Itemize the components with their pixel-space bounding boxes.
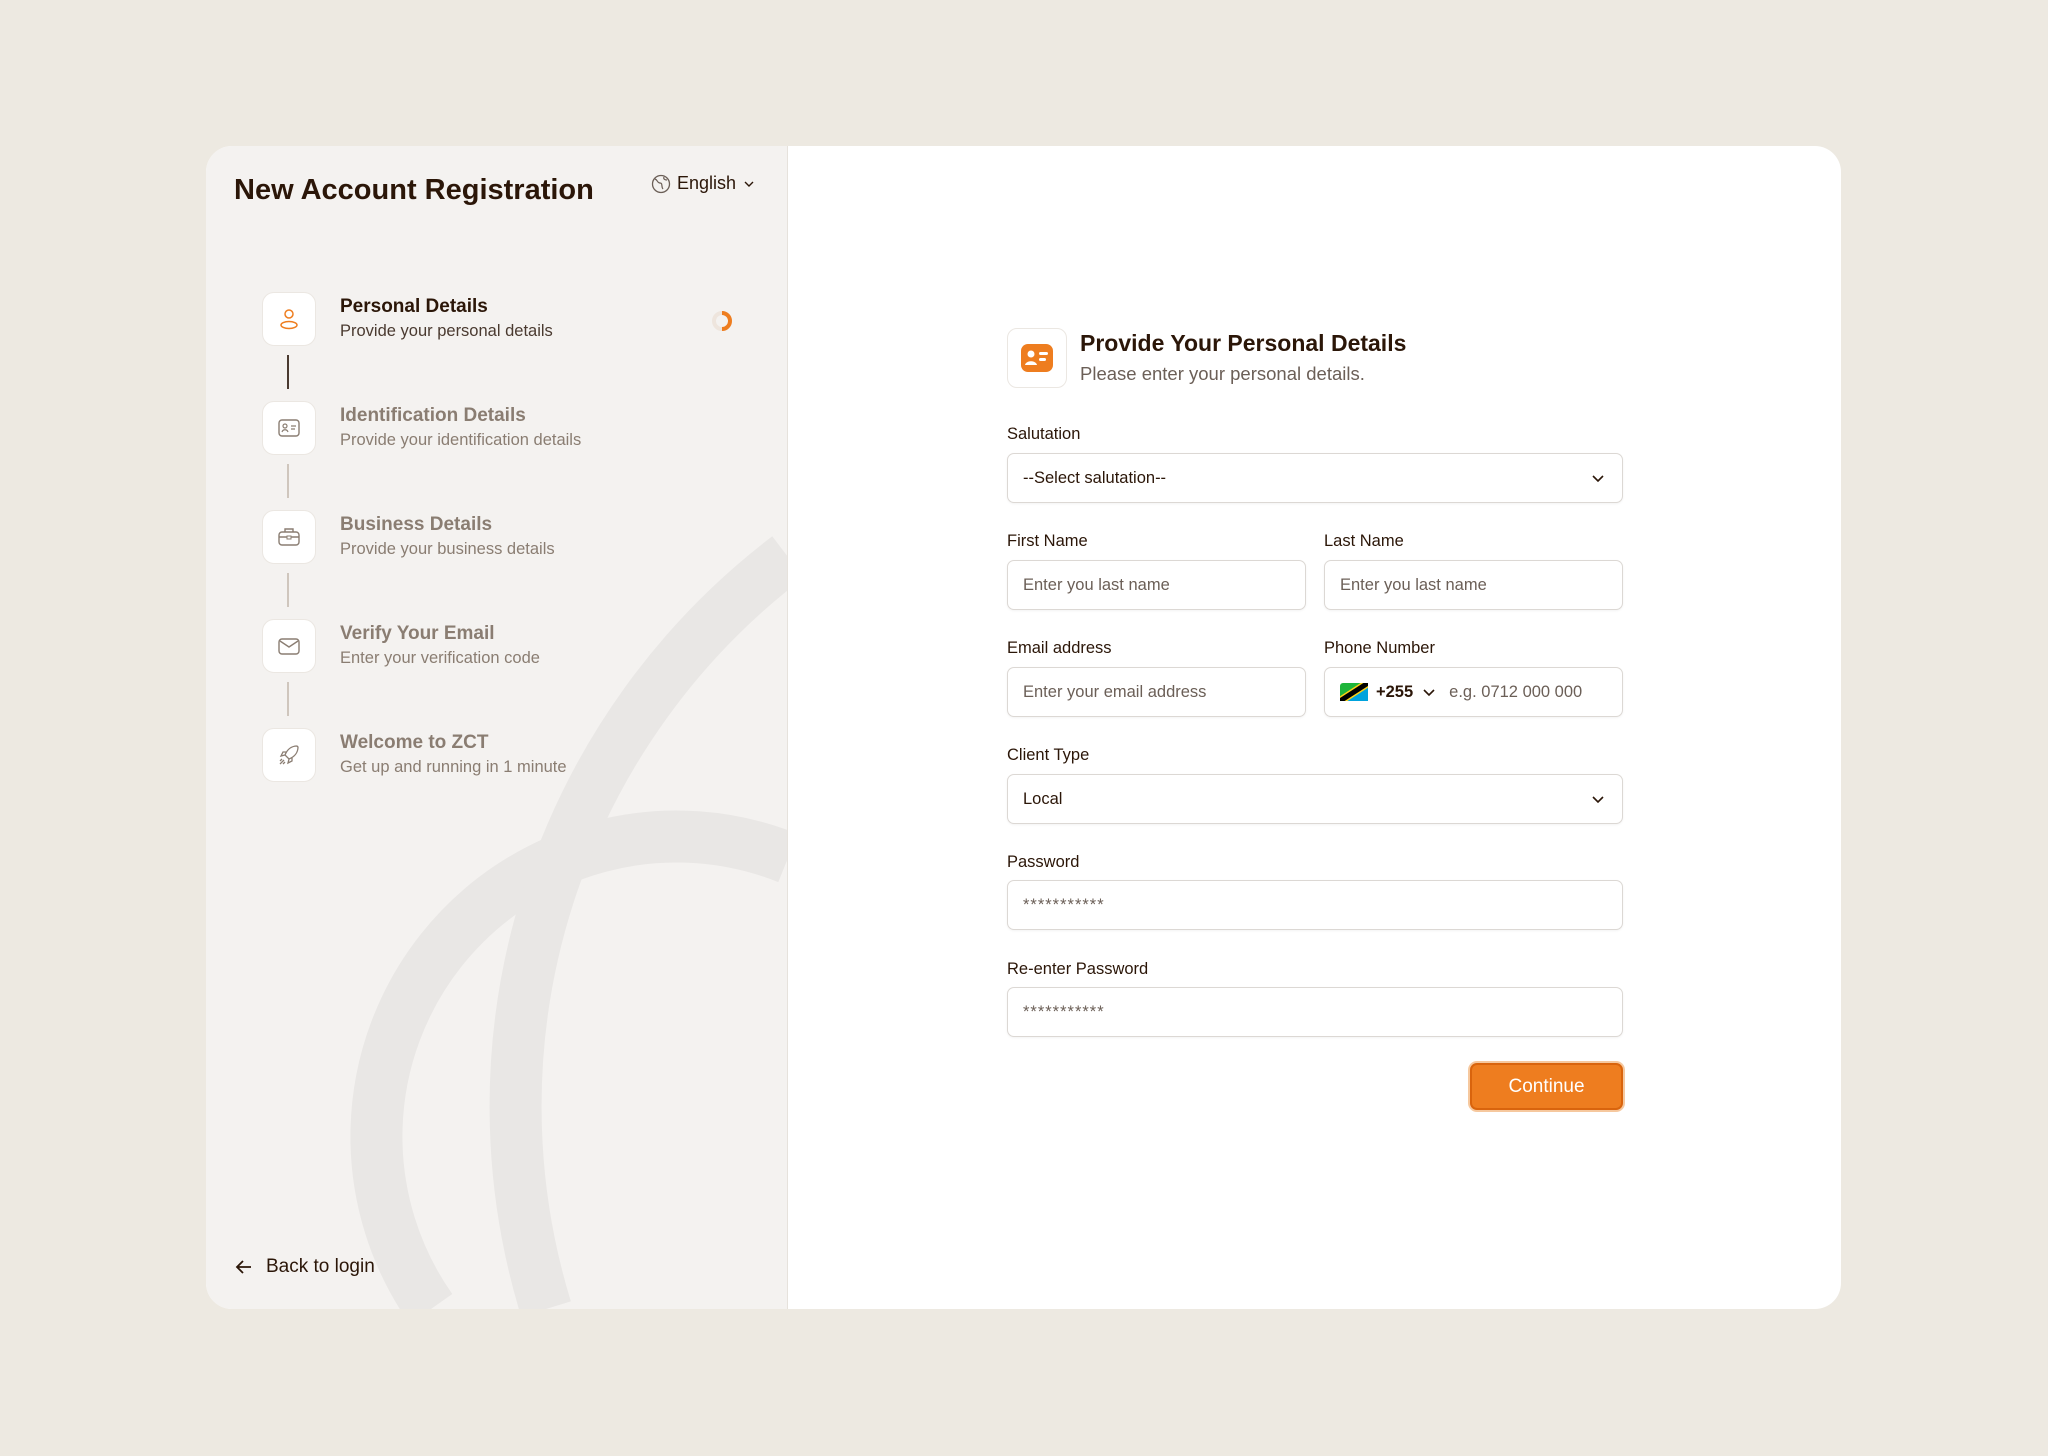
tanzania-flag-icon (1340, 683, 1368, 701)
step-subtitle: Get up and running in 1 minute (340, 758, 567, 776)
step-title: Welcome to ZCT (340, 732, 489, 753)
step-connector (287, 682, 289, 716)
password-value: *********** (1023, 895, 1105, 914)
registration-card: New Account Registration English Persona… (206, 146, 1841, 1309)
step-title: Verify Your Email (340, 623, 495, 644)
last-name-placeholder: Enter you last name (1340, 575, 1487, 594)
back-to-login-link[interactable]: Back to login (234, 1256, 375, 1278)
chevron-down-icon (744, 181, 754, 187)
globe-icon (651, 174, 671, 193)
repassword-value: *********** (1023, 1002, 1105, 1021)
step-subtitle: Enter your verification code (340, 649, 540, 667)
salutation-label: Salutation (1007, 425, 1081, 443)
step-connector (287, 573, 289, 607)
chevron-down-icon (1592, 475, 1604, 483)
country-code[interactable]: +255 (1376, 683, 1413, 702)
briefcase-icon (262, 510, 316, 564)
phone-input[interactable]: +255 e.g. 0712 000 000 (1324, 667, 1623, 717)
continue-button[interactable]: Continue (1470, 1063, 1623, 1110)
chevron-down-icon[interactable] (1421, 684, 1437, 700)
arrow-left-icon (235, 1260, 251, 1274)
client-type-label: Client Type (1007, 746, 1090, 764)
chevron-down-icon (1592, 796, 1604, 804)
client-type-select[interactable]: Local (1007, 774, 1623, 824)
step-subtitle: Provide your personal details (340, 322, 553, 340)
step-subtitle: Provide your business details (340, 540, 555, 558)
form-heading: Provide Your Personal Details (1080, 330, 1407, 356)
last-name-label: Last Name (1324, 532, 1404, 550)
language-selector[interactable]: English (651, 173, 756, 194)
phone-label: Phone Number (1324, 639, 1435, 657)
email-label: Email address (1007, 639, 1112, 657)
mail-icon (262, 619, 316, 673)
password-label: Password (1007, 853, 1080, 871)
step-welcome[interactable]: Welcome to ZCT Get up and running in 1 m… (262, 728, 762, 782)
back-label: Back to login (266, 1256, 375, 1277)
password-input[interactable]: *********** (1007, 880, 1623, 930)
progress-spinner-icon (710, 309, 734, 338)
steps-panel: New Account Registration English Persona… (206, 146, 788, 1309)
first-name-placeholder: Enter you last name (1023, 575, 1170, 594)
step-title: Identification Details (340, 405, 526, 426)
email-input[interactable]: Enter your email address (1007, 667, 1306, 717)
id-card-icon (262, 401, 316, 455)
step-connector (287, 464, 289, 498)
first-name-label: First Name (1007, 532, 1088, 550)
page-title: New Account Registration (234, 174, 594, 206)
step-business-details[interactable]: Business Details Provide your business d… (262, 510, 762, 564)
language-label: English (677, 173, 737, 193)
step-verify-email[interactable]: Verify Your Email Enter your verificatio… (262, 619, 762, 673)
client-type-value: Local (1023, 789, 1063, 808)
salutation-value: --Select salutation-- (1023, 468, 1167, 487)
first-name-input[interactable]: Enter you last name (1007, 560, 1306, 610)
step-identification-details[interactable]: Identification Details Provide your iden… (262, 401, 762, 455)
contact-card-icon (1007, 328, 1067, 388)
step-personal-details[interactable]: Personal Details Provide your personal d… (262, 292, 762, 346)
repassword-input[interactable]: *********** (1007, 987, 1623, 1037)
rocket-icon (262, 728, 316, 782)
step-title: Business Details (340, 514, 493, 535)
user-icon (262, 292, 316, 346)
repassword-label: Re-enter Password (1007, 960, 1149, 978)
salutation-select[interactable]: --Select salutation-- (1007, 453, 1623, 503)
step-title: Personal Details (340, 296, 488, 317)
step-subtitle: Provide your identification details (340, 431, 582, 449)
phone-placeholder: e.g. 0712 000 000 (1449, 682, 1583, 701)
last-name-input[interactable]: Enter you last name (1324, 560, 1623, 610)
step-connector (287, 355, 289, 389)
form-subheading: Please enter your personal details. (1080, 363, 1365, 384)
email-placeholder: Enter your email address (1023, 682, 1207, 701)
